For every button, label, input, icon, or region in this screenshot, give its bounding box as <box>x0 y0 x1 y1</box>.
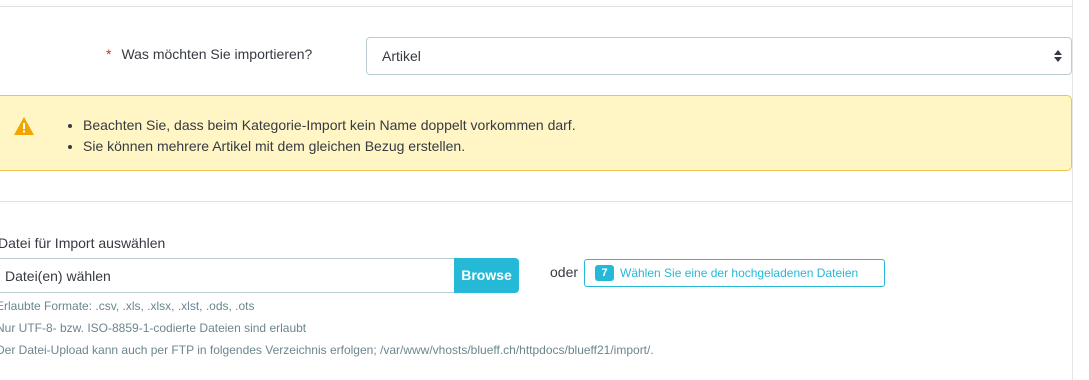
alert-item: Beachten Sie, dass beim Kategorie-Import… <box>83 115 576 136</box>
import-type-label-text: Was möchten Sie importieren? <box>121 46 313 62</box>
help-allowed-formats: Erlaubte Formate: .csv, .xls, .xlsx, .xl… <box>0 299 255 313</box>
divider-top <box>0 6 1073 7</box>
choose-uploaded-file-button[interactable]: 7 Wählen Sie eine der hochgeladenen Date… <box>584 259 885 287</box>
import-type-select[interactable]: Artikel <box>366 37 1072 75</box>
import-type-label: * Was möchten Sie importieren? <box>106 46 312 62</box>
file-input-placeholder: Datei(en) wählen <box>5 268 111 284</box>
warning-icon <box>14 117 34 135</box>
select-updown-icon <box>1054 50 1062 62</box>
import-type-selected-value: Artikel <box>382 48 421 64</box>
help-ftp-upload: Der Datei-Upload kann auch per FTP in fo… <box>0 343 654 357</box>
required-marker: * <box>106 46 112 62</box>
import-form: * Was möchten Sie importieren? Artikel Be… <box>0 0 1089 380</box>
choose-uploaded-file-label: Wählen Sie eine der hochgeladenen Dateie… <box>620 266 859 280</box>
alert-item: Sie können mehrere Artikel mit dem gleic… <box>83 136 576 157</box>
browse-button[interactable]: Browse <box>454 258 519 293</box>
alert-list: Beachten Sie, dass beim Kategorie-Import… <box>63 115 576 157</box>
help-encoding: Nur UTF-8- bzw. ISO-8859-1-codierte Date… <box>0 321 307 335</box>
divider-middle <box>0 201 1073 202</box>
file-import-title: Datei für Import auswählen <box>0 235 166 251</box>
warning-alert: Beachten Sie, dass beim Kategorie-Import… <box>0 95 1072 171</box>
uploaded-count-badge: 7 <box>595 265 614 281</box>
panel-right-edge <box>1072 0 1089 380</box>
or-label: oder <box>550 264 579 280</box>
file-select-input[interactable]: Datei(en) wählen <box>0 258 454 293</box>
